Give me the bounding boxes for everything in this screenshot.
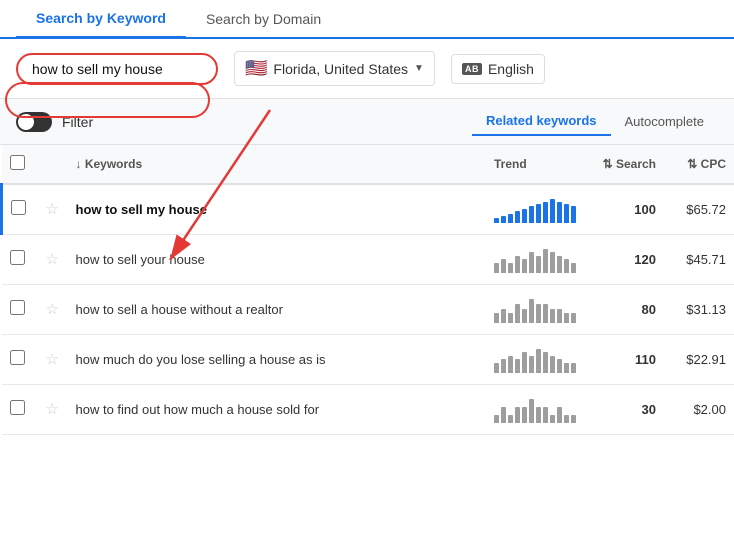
col-checkbox <box>2 145 38 184</box>
search-row: 🇺🇸 Florida, United States ▼ AB English <box>0 39 734 99</box>
cpc-cell: $22.91 <box>664 334 734 384</box>
trend-cell <box>486 384 584 434</box>
search-volume-cell: 110 <box>584 334 664 384</box>
keyword-input[interactable] <box>32 61 202 77</box>
filter-row: Filter Related keywords Autocomplete <box>0 99 734 145</box>
trend-cell <box>486 334 584 384</box>
row-checkbox[interactable] <box>10 250 25 265</box>
search-volume-cell: 80 <box>584 284 664 334</box>
filter-tabs: Related keywords Autocomplete <box>472 107 718 136</box>
cpc-cell: $65.72 <box>664 184 734 234</box>
col-keywords[interactable]: ↓ Keywords <box>68 145 487 184</box>
keyword-input-wrap <box>16 53 218 85</box>
trend-cell <box>486 284 584 334</box>
filter-label: Filter <box>62 114 93 130</box>
star-icon[interactable]: ☆ <box>46 251 59 268</box>
tab-domain[interactable]: Search by Domain <box>186 0 341 37</box>
cpc-cell: $2.00 <box>664 384 734 434</box>
chevron-down-icon: ▼ <box>414 63 424 74</box>
search-volume-cell: 120 <box>584 234 664 284</box>
filter-toggle[interactable] <box>16 112 52 132</box>
tab-autocomplete[interactable]: Autocomplete <box>611 107 719 136</box>
col-trend-label: Trend <box>494 157 527 171</box>
keyword-cell: how to sell your house <box>68 234 487 284</box>
results-table: ↓ Keywords Trend ⇅ Search ⇅ CPC ☆ how to … <box>0 145 734 435</box>
star-icon[interactable]: ☆ <box>46 401 59 418</box>
select-all-checkbox[interactable] <box>10 155 25 170</box>
col-star <box>38 145 68 184</box>
trend-cell <box>486 234 584 284</box>
table-row: ☆ how much do you lose selling a house as… <box>2 334 734 384</box>
location-label: Florida, United States <box>273 61 408 77</box>
results-table-wrap: ↓ Keywords Trend ⇅ Search ⇅ CPC ☆ how to … <box>0 145 734 435</box>
filter-left: Filter <box>16 112 93 132</box>
star-icon[interactable]: ☆ <box>46 301 59 318</box>
trend-cell <box>486 184 584 234</box>
col-keywords-label: ↓ Keywords <box>76 157 143 171</box>
language-label: English <box>488 61 534 77</box>
search-volume-cell: 100 <box>584 184 664 234</box>
toggle-knob <box>18 114 34 130</box>
row-checkbox[interactable] <box>11 200 26 215</box>
tab-related-keywords[interactable]: Related keywords <box>472 107 611 136</box>
location-select[interactable]: 🇺🇸 Florida, United States ▼ <box>234 51 435 86</box>
col-search-label: ⇅ Search <box>603 157 656 171</box>
keyword-cell: how to sell my house <box>68 184 487 234</box>
row-checkbox[interactable] <box>10 350 25 365</box>
col-trend: Trend <box>486 145 584 184</box>
cpc-cell: $45.71 <box>664 234 734 284</box>
keyword-cell: how much do you lose selling a house as … <box>68 334 487 384</box>
table-row: ☆ how to find out how much a house sold f… <box>2 384 734 434</box>
table-row: ☆ how to sell your house 120$45.71 <box>2 234 734 284</box>
row-checkbox[interactable] <box>10 300 25 315</box>
tab-bar: Search by Keyword Search by Domain <box>0 0 734 39</box>
col-cpc-label: ⇅ CPC <box>687 157 726 171</box>
language-select[interactable]: AB English <box>451 54 545 84</box>
table-row: ☆ how to sell a house without a realtor 80… <box>2 284 734 334</box>
star-icon[interactable]: ☆ <box>46 351 59 368</box>
keyword-cell: how to find out how much a house sold fo… <box>68 384 487 434</box>
search-volume-cell: 30 <box>584 384 664 434</box>
tab-keyword[interactable]: Search by Keyword <box>16 0 186 39</box>
col-cpc[interactable]: ⇅ CPC <box>664 145 734 184</box>
flag-icon: 🇺🇸 <box>245 58 267 79</box>
keyword-cell: how to sell a house without a realtor <box>68 284 487 334</box>
row-checkbox[interactable] <box>10 400 25 415</box>
col-search[interactable]: ⇅ Search <box>584 145 664 184</box>
table-row: ☆ how to sell my house 100$65.72 <box>2 184 734 234</box>
cpc-cell: $31.13 <box>664 284 734 334</box>
lang-icon: AB <box>462 63 482 75</box>
star-icon[interactable]: ☆ <box>46 201 59 218</box>
app-container: Search by Keyword Search by Domain 🇺🇸 Fl… <box>0 0 734 435</box>
